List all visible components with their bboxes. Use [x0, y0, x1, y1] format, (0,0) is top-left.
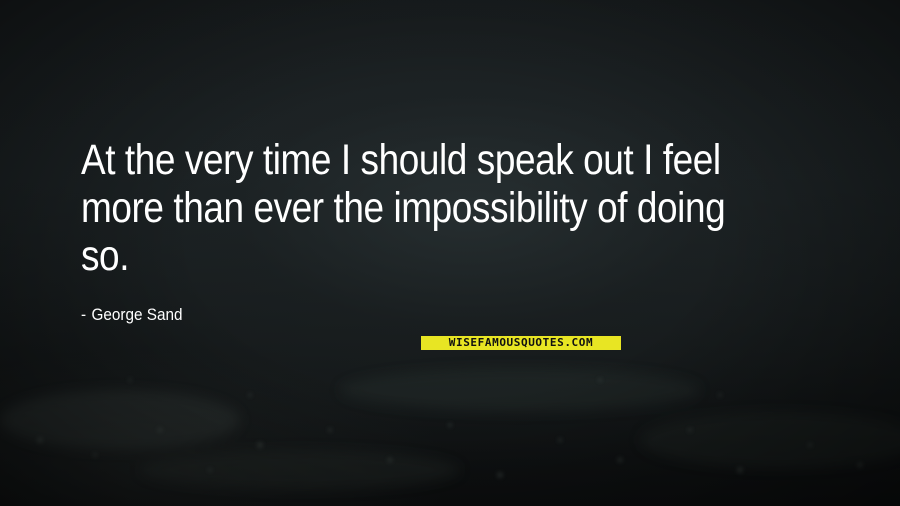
- author-name: George Sand: [91, 305, 183, 324]
- watermark-logo: WISEFAMOUSQUOTES.COM: [421, 336, 621, 350]
- author-dash: -: [81, 305, 87, 324]
- quote-text: At the very time I should speak out I fe…: [81, 136, 726, 280]
- quote-author: - George Sand: [81, 305, 183, 325]
